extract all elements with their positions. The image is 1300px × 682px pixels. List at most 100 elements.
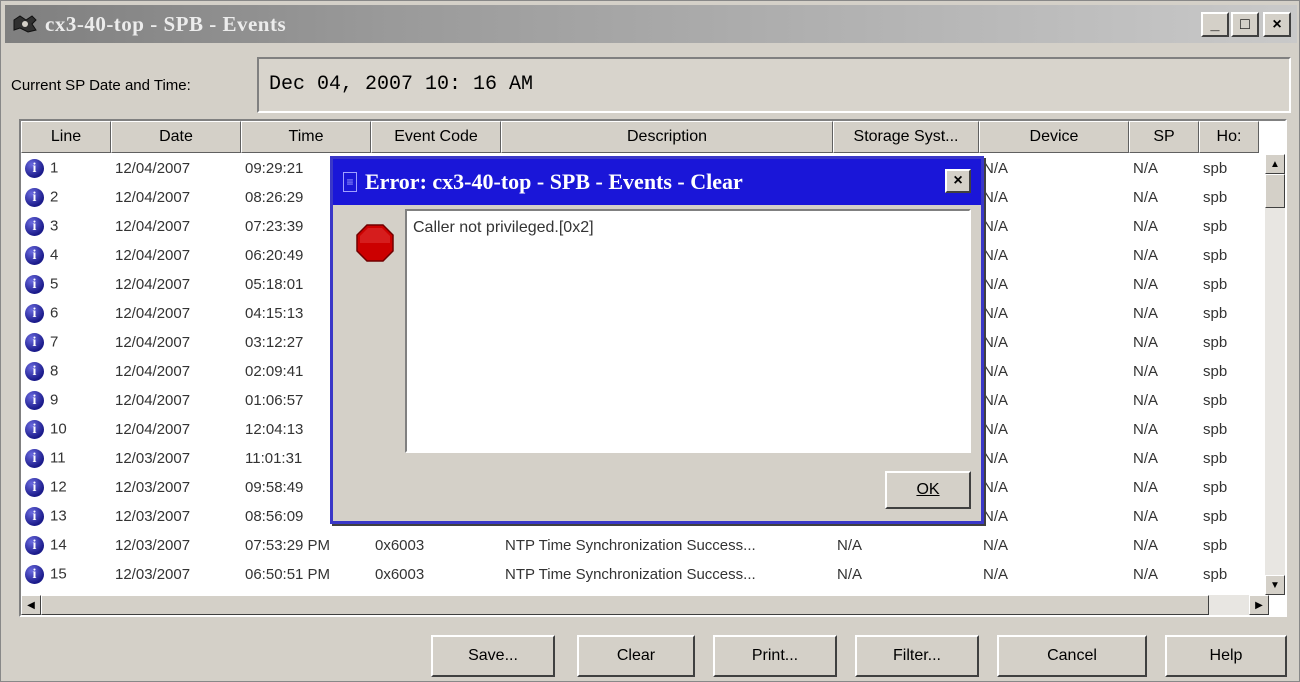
info-icon: i <box>25 449 44 468</box>
cell-device: N/A <box>983 363 1009 380</box>
window-title: cx3-40-top - SPB - Events <box>45 11 287 36</box>
cell-device: N/A <box>983 247 1009 264</box>
cell-storage: N/A <box>837 566 863 583</box>
help-button[interactable]: Help <box>1165 635 1287 677</box>
cell-line: i7 <box>21 333 111 352</box>
column-header-date[interactable]: Date <box>111 121 241 153</box>
cell-sp: N/A <box>1133 189 1159 206</box>
sp-time-label: Current SP Date and Time: <box>11 76 191 94</box>
info-icon: i <box>25 159 44 178</box>
cell-host: spb <box>1203 537 1228 554</box>
cell-sp: N/A <box>1133 566 1159 583</box>
clear-button[interactable]: Clear <box>577 635 695 677</box>
cell-sp: N/A <box>1133 218 1159 235</box>
info-icon: i <box>25 478 44 497</box>
cell-line: i4 <box>21 246 111 265</box>
cell-host: spb <box>1203 189 1228 206</box>
table-row[interactable]: i 15 12/03/2007 06:50:51 PM 0x6003 NTP Time S… <box>21 560 1269 589</box>
cell-line-number: 14 <box>50 536 67 554</box>
cell-line-number: 8 <box>50 362 59 380</box>
cell-sp: N/A <box>1133 160 1159 177</box>
filter-button-label: Filter... <box>892 647 941 664</box>
cell-device: N/A <box>983 218 1009 235</box>
cell-line: i2 <box>21 188 111 207</box>
cell-line-number: 1 <box>50 159 59 177</box>
cell-line: i1 <box>21 159 111 178</box>
cell-host: spb <box>1203 247 1228 264</box>
scroll-left-button[interactable]: ◀ <box>21 595 41 615</box>
cancel-button-label: Cancel <box>1047 647 1097 664</box>
minimize-button[interactable]: _ <box>1201 12 1229 37</box>
dialog-close-button[interactable]: × <box>945 169 971 193</box>
save-button[interactable]: Save... <box>431 635 555 677</box>
cell-line-number: 2 <box>50 188 59 206</box>
column-header-sp[interactable]: SP <box>1129 121 1199 153</box>
error-dialog: ≡ Error: cx3-40-top - SPB - Events - Cle… <box>330 156 984 524</box>
cell-date: 12/04/2007 <box>115 218 191 235</box>
sp-time-row: Current SP Date and Time: Dec 04, 2007 1… <box>11 57 1291 113</box>
column-header-device[interactable]: Device <box>979 121 1129 153</box>
column-header-storage-system[interactable]: Storage Syst... <box>833 121 979 153</box>
help-button-label: Help <box>1209 647 1243 664</box>
cell-host: spb <box>1203 479 1228 496</box>
close-button[interactable]: × <box>1263 12 1291 37</box>
print-button-label: Print... <box>751 647 799 664</box>
cell-host: spb <box>1203 305 1228 322</box>
cell-sp: N/A <box>1133 305 1159 322</box>
sp-time-field: Dec 04, 2007 10: 16 AM <box>257 57 1291 113</box>
cell-device: N/A <box>983 334 1009 351</box>
print-button[interactable]: Print... <box>713 635 837 677</box>
ok-button[interactable]: OK <box>885 471 971 509</box>
cell-device: N/A <box>983 537 1009 554</box>
cell-line: i 13 <box>21 507 111 526</box>
cell-sp: N/A <box>1133 363 1159 380</box>
info-icon: i <box>25 217 44 236</box>
cell-line: i 10 <box>21 420 111 439</box>
cell-line: i3 <box>21 217 111 236</box>
cell-device: N/A <box>983 508 1009 525</box>
cell-line-number: 3 <box>50 217 59 235</box>
cell-sp: N/A <box>1133 276 1159 293</box>
horizontal-scrollbar[interactable]: ◀ ▶ <box>21 595 1269 615</box>
column-header-line[interactable]: Line <box>21 121 111 153</box>
cell-line: i 12 <box>21 478 111 497</box>
maximize-button[interactable]: □ <box>1231 12 1259 37</box>
cell-device: N/A <box>983 160 1009 177</box>
cell-sp: N/A <box>1133 450 1159 467</box>
cell-device: N/A <box>983 305 1009 322</box>
scroll-right-button[interactable]: ▶ <box>1249 595 1269 615</box>
cell-host: spb <box>1203 160 1228 177</box>
cell-line-number: 9 <box>50 391 59 409</box>
cell-sp: N/A <box>1133 421 1159 438</box>
info-icon: i <box>25 536 44 555</box>
filter-button[interactable]: Filter... <box>855 635 979 677</box>
cell-line-number: 12 <box>50 478 67 496</box>
cell-host: spb <box>1203 450 1228 467</box>
scroll-down-button[interactable]: ▼ <box>1265 575 1285 595</box>
column-header-time[interactable]: Time <box>241 121 371 153</box>
cell-sp: N/A <box>1133 334 1159 351</box>
cell-sp: N/A <box>1133 479 1159 496</box>
dialog-system-menu-icon[interactable]: ≡ <box>343 172 357 192</box>
cell-line-number: 15 <box>50 565 67 583</box>
vertical-scroll-thumb[interactable] <box>1265 174 1285 208</box>
scroll-up-button[interactable]: ▲ <box>1265 154 1285 174</box>
column-header-description[interactable]: Description <box>501 121 833 153</box>
horizontal-scroll-thumb[interactable] <box>41 595 1209 615</box>
vertical-scrollbar[interactable]: ▲ ▼ <box>1265 154 1285 595</box>
cell-line-number: 11 <box>50 449 66 467</box>
cell-date: 12/04/2007 <box>115 334 191 351</box>
stop-icon <box>356 224 394 262</box>
window-titlebar[interactable]: cx3-40-top - SPB - Events _ □ × <box>5 5 1297 43</box>
column-header-host[interactable]: Ho: <box>1199 121 1259 153</box>
clear-button-label: Clear <box>616 647 656 664</box>
cell-time: 06:50:51 PM <box>245 566 331 583</box>
dialog-titlebar[interactable]: ≡ Error: cx3-40-top - SPB - Events - Cle… <box>333 159 981 205</box>
cancel-button[interactable]: Cancel <box>997 635 1147 677</box>
cell-host: spb <box>1203 566 1228 583</box>
cell-date: 12/04/2007 <box>115 189 191 206</box>
cell-date: 12/03/2007 <box>115 537 191 554</box>
column-header-event-code[interactable]: Event Code <box>371 121 501 153</box>
table-row[interactable]: i 14 12/03/2007 07:53:29 PM 0x6003 NTP Time S… <box>21 531 1269 560</box>
cell-line: i9 <box>21 391 111 410</box>
